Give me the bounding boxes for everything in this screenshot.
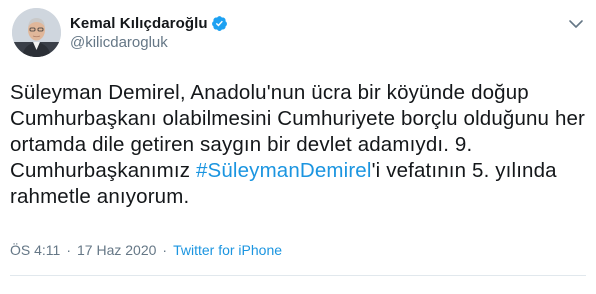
author-handle[interactable]: @kilicdarogluk <box>70 34 168 51</box>
tweet-source-link[interactable]: Twitter for iPhone <box>173 242 282 258</box>
tweet-date[interactable]: 17 Haz 2020 <box>77 242 156 258</box>
meta-separator: · <box>66 242 71 258</box>
divider <box>10 275 586 276</box>
tweet-time[interactable]: ÖS 4:11 <box>10 242 60 258</box>
hashtag-link[interactable]: #SüleymanDemirel <box>196 159 372 182</box>
tweet-card: Kemal Kılıçdaroğlu @kilicdarogluk Süleym… <box>0 0 596 294</box>
chevron-down-icon[interactable] <box>568 18 584 30</box>
tweet-meta: ÖS 4:11 · 17 Haz 2020 · Twitter for iPho… <box>10 242 282 258</box>
author-name-row[interactable]: Kemal Kılıçdaroğlu <box>70 14 228 32</box>
tweet-text: Süleyman Demirel, Anadolu'nun ücra bir k… <box>10 80 588 210</box>
avatar-photo-icon <box>12 8 61 57</box>
author-display-name[interactable]: Kemal Kılıçdaroğlu <box>70 15 208 32</box>
meta-separator: · <box>162 242 168 258</box>
author-avatar[interactable] <box>12 8 61 57</box>
verified-badge-icon <box>211 15 227 31</box>
